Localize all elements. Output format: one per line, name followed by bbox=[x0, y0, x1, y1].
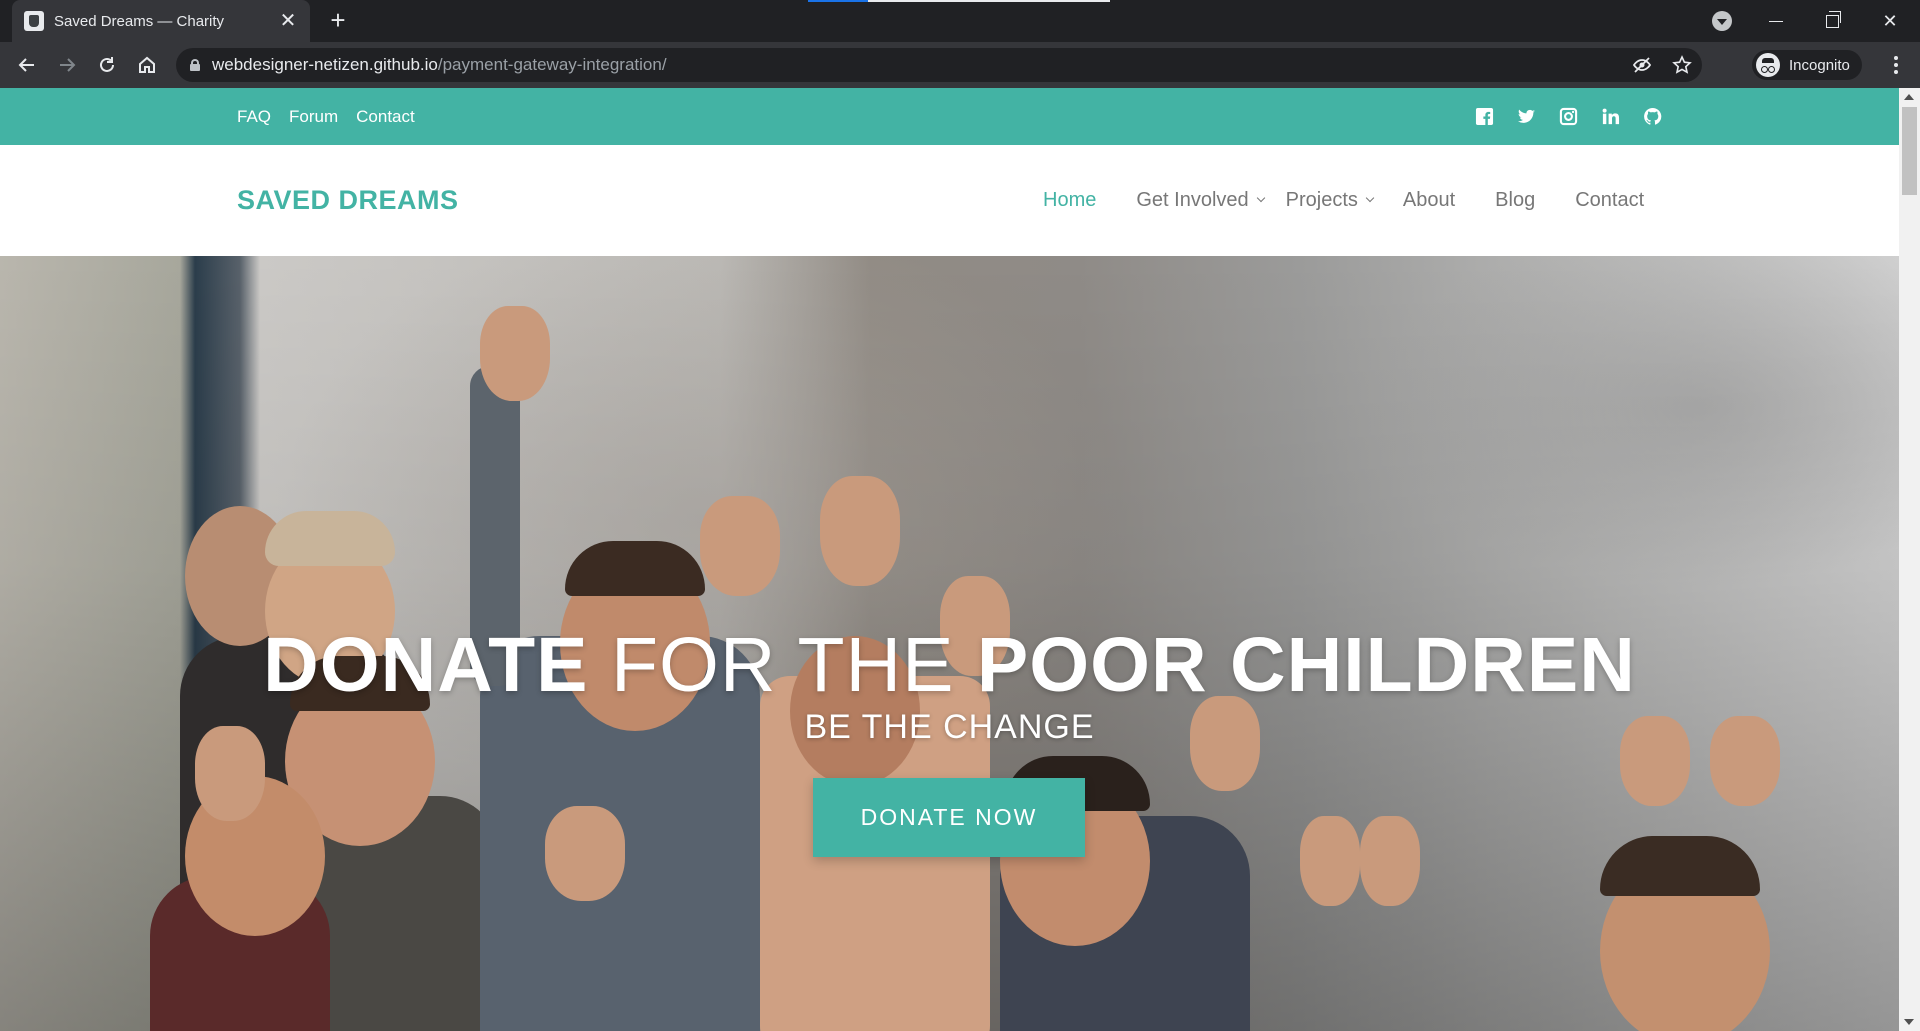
lock-icon[interactable] bbox=[190, 59, 200, 71]
top-utility-bar: FAQ Forum Contact bbox=[0, 88, 1899, 145]
browser-menu-icon[interactable] bbox=[1886, 53, 1906, 77]
url-text: webdesigner-netizen.github.io/payment-ga… bbox=[212, 55, 667, 74]
window-restore-icon[interactable] bbox=[1804, 0, 1860, 42]
nav-contact[interactable]: Contact bbox=[1575, 189, 1644, 212]
incognito-badge[interactable]: Incognito bbox=[1752, 50, 1862, 80]
nav-projects[interactable]: Projects bbox=[1286, 189, 1375, 212]
forward-icon[interactable] bbox=[53, 51, 81, 79]
instagram-icon[interactable] bbox=[1558, 107, 1578, 127]
tab-close-icon[interactable]: ✕ bbox=[276, 9, 300, 33]
linkedin-icon[interactable] bbox=[1600, 107, 1620, 127]
social-links bbox=[1474, 88, 1662, 145]
nav-get-involved[interactable]: Get Involved bbox=[1136, 189, 1265, 212]
bookmark-star-icon[interactable] bbox=[1662, 48, 1702, 82]
address-bar[interactable]: webdesigner-netizen.github.io/payment-ga… bbox=[176, 48, 1702, 82]
nav-about[interactable]: About bbox=[1403, 189, 1455, 212]
twitter-icon[interactable] bbox=[1516, 107, 1536, 127]
top-link-forum[interactable]: Forum bbox=[289, 107, 338, 127]
window-close-icon[interactable]: ✕ bbox=[1862, 0, 1918, 42]
hero-content: DONATE FOR THE POOR CHILDREN BE THE CHAN… bbox=[0, 256, 1899, 1031]
top-links: FAQ Forum Contact bbox=[237, 88, 415, 145]
chevron-down-icon bbox=[1256, 193, 1265, 203]
home-icon[interactable] bbox=[133, 51, 161, 79]
tab-title: Saved Dreams — Charity bbox=[54, 12, 225, 30]
hero-title: DONATE FOR THE POOR CHILDREN bbox=[263, 622, 1636, 708]
back-icon[interactable] bbox=[13, 51, 41, 79]
site-logo[interactable]: SAVED DREAMS bbox=[237, 145, 459, 256]
web-page: FAQ Forum Contact SAVED DREAMS Home Get … bbox=[0, 88, 1899, 1031]
github-icon[interactable] bbox=[1642, 107, 1662, 127]
loading-indicator bbox=[808, 0, 1110, 2]
eye-off-icon[interactable] bbox=[1622, 48, 1662, 82]
page-scrollbar[interactable] bbox=[1899, 88, 1920, 1031]
tab-search-icon[interactable] bbox=[1712, 11, 1732, 31]
new-tab-icon[interactable]: + bbox=[324, 7, 352, 35]
hero-subtitle: BE THE CHANGE bbox=[804, 708, 1095, 746]
reload-icon[interactable] bbox=[93, 51, 121, 79]
top-link-contact[interactable]: Contact bbox=[356, 107, 415, 127]
browser-tab[interactable]: Saved Dreams — Charity ✕ bbox=[12, 0, 310, 42]
site-favicon-icon bbox=[24, 11, 44, 31]
scrollbar-thumb[interactable] bbox=[1902, 107, 1917, 195]
incognito-label: Incognito bbox=[1789, 56, 1850, 74]
donate-now-button[interactable]: DONATE NOW bbox=[813, 778, 1085, 857]
main-nav: Home Get Involved Projects About Blog Co… bbox=[1043, 145, 1644, 256]
nav-blog[interactable]: Blog bbox=[1495, 189, 1535, 212]
incognito-icon bbox=[1756, 53, 1780, 77]
page-viewport: FAQ Forum Contact SAVED DREAMS Home Get … bbox=[0, 88, 1920, 1031]
browser-tabstrip: Saved Dreams — Charity ✕ + ✕ bbox=[0, 0, 1920, 42]
browser-toolbar: webdesigner-netizen.github.io/payment-ga… bbox=[0, 42, 1920, 88]
chevron-down-icon bbox=[1365, 193, 1375, 203]
facebook-icon[interactable] bbox=[1474, 107, 1494, 127]
scroll-up-icon[interactable] bbox=[1904, 94, 1914, 100]
top-link-faq[interactable]: FAQ bbox=[237, 107, 271, 127]
nav-home[interactable]: Home bbox=[1043, 189, 1096, 212]
scroll-down-icon[interactable] bbox=[1904, 1019, 1914, 1025]
site-header: SAVED DREAMS Home Get Involved Projects … bbox=[0, 145, 1899, 256]
hero-banner: DONATE FOR THE POOR CHILDREN BE THE CHAN… bbox=[0, 256, 1899, 1031]
window-minimize-icon[interactable] bbox=[1748, 0, 1804, 42]
